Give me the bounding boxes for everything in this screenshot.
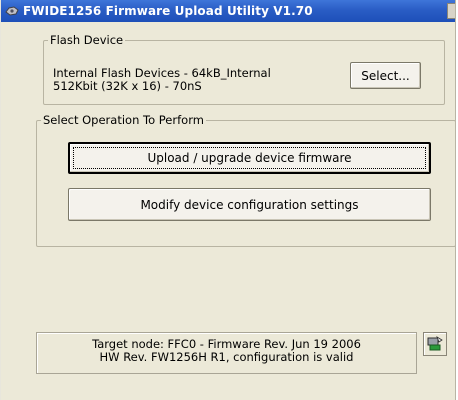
modify-config-button[interactable]: Modify device configuration settings (68, 188, 431, 221)
title-bar[interactable]: FWIDE1256 Firmware Upload Utility V1.70 (1, 0, 455, 22)
upload-firmware-label: Upload / upgrade device firmware (147, 151, 352, 165)
upload-firmware-button[interactable]: Upload / upgrade device firmware (68, 142, 431, 174)
operation-group: Select Operation To Perform (36, 113, 455, 247)
app-icon (5, 5, 19, 17)
flash-device-line-2: 512Kbit (32K x 16) - 70nS (53, 79, 202, 93)
select-device-button[interactable]: Select... (350, 62, 421, 89)
flash-device-legend: Flash Device (50, 33, 124, 47)
window-title: FWIDE1256 Firmware Upload Utility V1.70 (23, 4, 313, 18)
status-panel: Target node: FFC0 - Firmware Rev. Jun 19… (36, 332, 417, 374)
device-status-button[interactable] (423, 332, 447, 356)
status-line-2: HW Rev. FW1256H R1, configuration is val… (99, 350, 354, 364)
close-button[interactable] (447, 3, 455, 19)
flash-device-description: Internal Flash Devices - 64kB_Internal 5… (53, 67, 271, 93)
device-status-icon (427, 336, 443, 351)
main-window: FWIDE1256 Firmware Upload Utility V1.70 … (0, 0, 456, 400)
operation-legend: Select Operation To Perform (43, 113, 204, 127)
